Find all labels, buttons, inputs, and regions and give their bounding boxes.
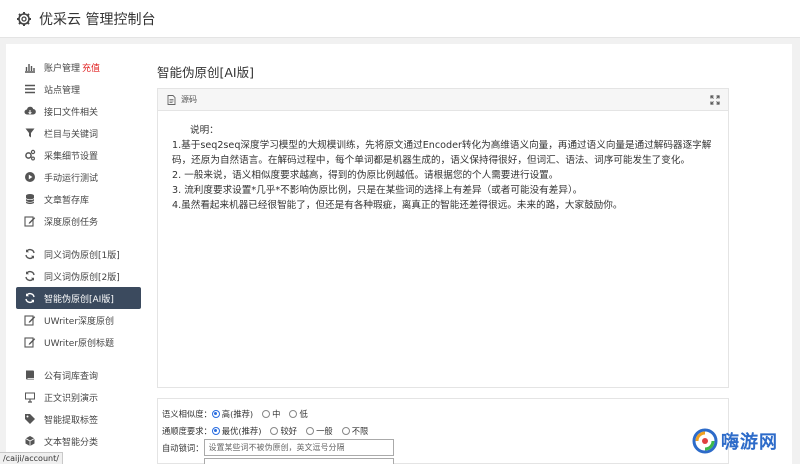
sidebar-item-deep-original[interactable]: 深度原创任务 <box>16 210 141 232</box>
sidebar-item-account[interactable]: 账户管理 充值 <box>16 56 141 78</box>
options-panel: 语义相似度： 高(推荐) 中 低 通顺度要求： 最优(推荐) 较好 一般 不限 … <box>157 398 729 464</box>
cube-icon <box>24 435 36 447</box>
watermark: 嗨游网 <box>692 428 778 454</box>
lock-words-input[interactable] <box>203 439 394 456</box>
page-title: 智能伪原创[AI版] <box>157 65 254 80</box>
info-card: 源码 说明： 1.基于seq2seq深度学习模型的大规模训练，先将原文通过Enc… <box>157 88 729 388</box>
refresh-icon <box>24 248 36 260</box>
sidebar-item-uwriter-deep[interactable]: UWriter深度原创 <box>16 309 141 331</box>
sidebar-item-tag-extract[interactable]: 智能提取标签 <box>16 408 141 430</box>
fluency-best-radio[interactable]: 最优(推荐) <box>211 425 261 437</box>
fluency-normal-radio[interactable]: 一般 <box>306 425 333 437</box>
sidebar-item-ai-rewrite[interactable]: 智能伪原创[AI版] <box>16 287 141 309</box>
fluency-any-radio[interactable]: 不限 <box>341 425 368 437</box>
similarity-row: 语义相似度： 高(推荐) 中 低 <box>162 405 724 422</box>
lock-words-label: 自动锁词： <box>162 442 204 453</box>
sidebar-item-sites[interactable]: 站点管理 <box>16 78 141 100</box>
bar-chart-icon <box>24 61 36 73</box>
gears-icon <box>24 149 36 161</box>
description-line-4: 4.虽然看起来机器已经很智能了，但还是有各种瑕疵，离真正的智能还差得很远。未来的… <box>172 200 623 211</box>
watermark-logo-icon <box>692 428 718 454</box>
refresh-icon <box>24 270 36 282</box>
edit-icon <box>24 336 36 348</box>
sidebar-item-article-store[interactable]: 文章暂存库 <box>16 188 141 210</box>
book-icon <box>24 369 36 381</box>
sidebar-item-interface-files[interactable]: 接口文件相关 <box>16 100 141 122</box>
card-body: 说明： 1.基于seq2seq深度学习模型的大规模训练，先将原文通过Encode… <box>158 111 728 225</box>
refresh-icon <box>24 292 36 304</box>
description-line-2: 2. 一般来说，语义相似度要求越高，得到的伪原比例越低。请根据您的个人需要进行设… <box>172 170 559 181</box>
play-icon <box>24 171 36 183</box>
sidebar-item-synonym-v2[interactable]: 同义词伪原创[2版] <box>16 265 141 287</box>
edit-icon <box>24 314 36 326</box>
card-header-title: 源码 <box>181 95 197 104</box>
fluency-label: 通顺度要求： <box>162 425 212 436</box>
edit-icon <box>24 215 36 227</box>
next-input[interactable] <box>204 458 394 464</box>
sidebar-item-text-classify[interactable]: 文本智能分类 <box>16 430 141 452</box>
list-icon <box>24 83 36 95</box>
monitor-icon <box>24 391 36 403</box>
recharge-link[interactable]: 充值 <box>82 61 100 74</box>
fluency-good-radio[interactable]: 较好 <box>270 425 297 437</box>
sidebar-item-uwriter-title[interactable]: UWriter原创标题 <box>16 331 141 353</box>
sidebar-item-columns-keywords[interactable]: 栏目与关键词 <box>16 122 141 144</box>
watermark-text: 嗨游网 <box>721 432 778 453</box>
card-header: 源码 <box>158 89 728 111</box>
similarity-low-radio[interactable]: 低 <box>289 408 308 420</box>
app-title: 优采云 管理控制台 <box>39 11 156 28</box>
top-bar: 优采云 管理控制台 <box>0 0 800 38</box>
gear-icon <box>17 11 31 26</box>
sidebar-item-public-dict[interactable]: 公有词库查询 <box>16 364 141 386</box>
description-line-3: 3. 流利度要求设置*几乎*不影响伪原比例，只是在某些词的选择上有差异（或者可能… <box>172 185 583 196</box>
cloud-download-icon <box>24 105 36 117</box>
database-icon <box>24 193 36 205</box>
description-heading: 说明： <box>190 125 219 136</box>
similarity-label: 语义相似度： <box>162 408 212 419</box>
tag-icon <box>24 413 36 425</box>
content-area: 智能伪原创[AI版] 源码 说明： 1.基于seq2seq深度学习模型的大规模训… <box>157 62 729 388</box>
sidebar-item-text-recognition[interactable]: 正文识别演示 <box>16 386 141 408</box>
description-line-1: 1.基于seq2seq深度学习模型的大规模训练，先将原文通过Encoder转化为… <box>172 140 712 166</box>
fullscreen-icon[interactable] <box>710 95 720 105</box>
similarity-high-radio[interactable]: 高(推荐) <box>211 408 253 420</box>
filter-icon <box>24 127 36 139</box>
sidebar: 账户管理 充值 站点管理 接口文件相关 栏目与关键词 采集细节设置 手动运行测试… <box>16 56 141 452</box>
sidebar-item-synonym-v1[interactable]: 同义词伪原创[1版] <box>16 243 141 265</box>
lock-words-row: 自动锁词： <box>162 439 724 456</box>
similarity-mid-radio[interactable]: 中 <box>262 408 280 420</box>
sidebar-item-collect-settings[interactable]: 采集细节设置 <box>16 144 141 166</box>
sidebar-item-manual-run[interactable]: 手动运行测试 <box>16 166 141 188</box>
document-icon <box>167 94 176 105</box>
fluency-row: 通顺度要求： 最优(推荐) 较好 一般 不限 <box>162 422 724 439</box>
status-url: /caiji/account/ <box>0 452 63 464</box>
